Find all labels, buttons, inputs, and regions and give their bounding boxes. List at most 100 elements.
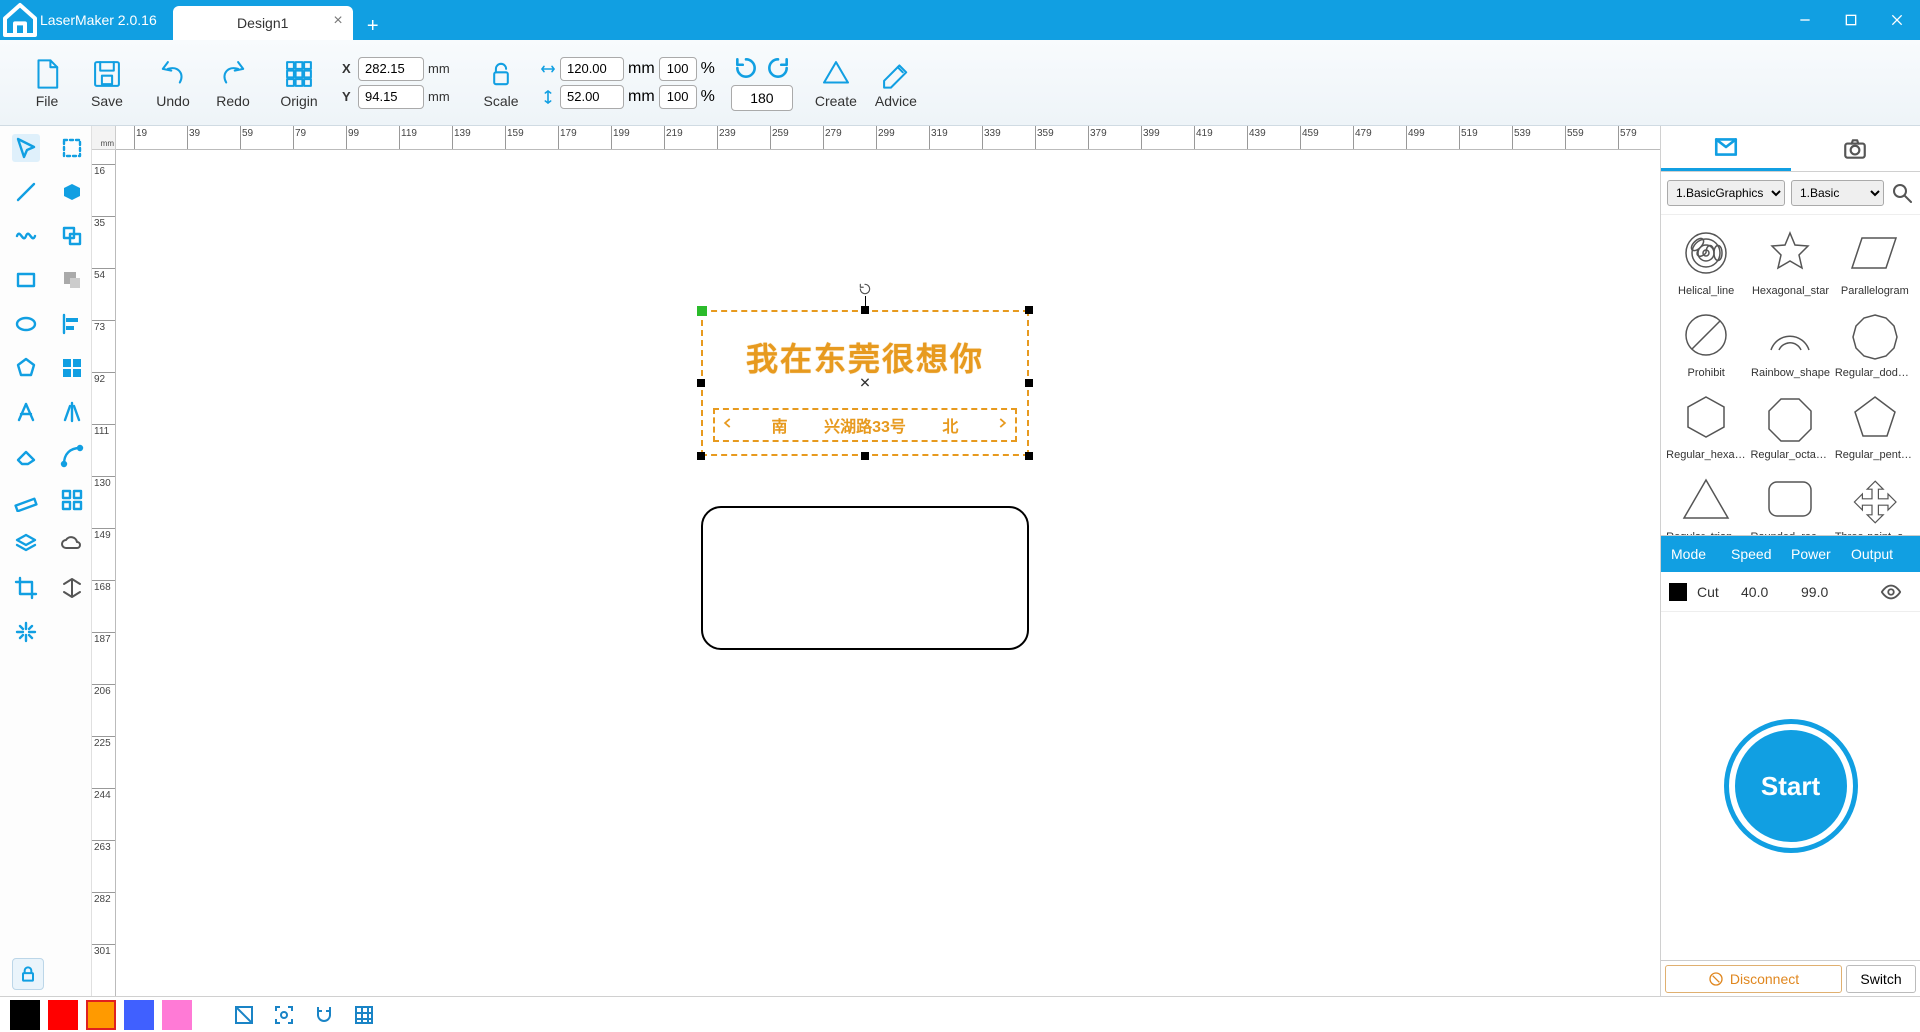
rotate-ccw-icon[interactable] bbox=[733, 55, 759, 81]
handle-ml[interactable] bbox=[697, 379, 705, 387]
footer-magnet-tool[interactable] bbox=[308, 999, 340, 1031]
line-tool[interactable] bbox=[12, 178, 40, 206]
ruler-tool[interactable] bbox=[12, 486, 40, 514]
layer-color-swatch[interactable] bbox=[1669, 583, 1687, 601]
poly-sub-tool[interactable] bbox=[58, 266, 86, 294]
advice-button[interactable]: Advice bbox=[873, 57, 919, 109]
cloud-tool[interactable] bbox=[58, 530, 86, 558]
switch-button[interactable]: Switch bbox=[1846, 965, 1916, 993]
library-selectors: 1.BasicGraphics 1.Basic bbox=[1661, 172, 1920, 215]
tab-add-button[interactable]: + bbox=[359, 12, 387, 40]
copy-shape-tool[interactable] bbox=[58, 222, 86, 250]
disconnect-button[interactable]: Disconnect bbox=[1665, 965, 1842, 993]
align-left-tool[interactable] bbox=[58, 310, 86, 338]
layers-tool[interactable] bbox=[12, 530, 40, 558]
shape-parallelogram[interactable]: Parallelogram bbox=[1834, 221, 1916, 301]
height-pct-input[interactable] bbox=[659, 85, 697, 109]
text-tool[interactable] bbox=[12, 398, 40, 426]
grid-shape-tool[interactable] bbox=[58, 354, 86, 382]
layer-row-1[interactable]: Cut 40.0 99.0 bbox=[1661, 572, 1920, 612]
ellipse-tool[interactable] bbox=[12, 310, 40, 338]
library-subcat-select[interactable]: 1.Basic bbox=[1791, 180, 1884, 206]
start-button[interactable]: Start bbox=[1729, 724, 1853, 848]
color-swatch-0[interactable] bbox=[10, 1000, 40, 1030]
shape-regular_triangle[interactable]: Regular_triangle bbox=[1665, 467, 1747, 535]
curve-edit-tool[interactable] bbox=[58, 442, 86, 470]
library-category-select[interactable]: 1.BasicGraphics bbox=[1667, 180, 1785, 206]
tab-design1[interactable]: Design1 × bbox=[173, 6, 353, 40]
stage[interactable]: ✕ 我在东莞很想你 南 兴湖路33号 北 bbox=[116, 150, 1660, 996]
rect-tool[interactable] bbox=[12, 266, 40, 294]
shape-regular_octagon[interactable]: Regular_octagon bbox=[1749, 385, 1831, 465]
undo-button[interactable]: Undo bbox=[150, 57, 196, 109]
origin-label: Origin bbox=[280, 93, 317, 109]
width-input[interactable] bbox=[560, 57, 624, 81]
window-controls bbox=[1782, 0, 1920, 40]
home-button[interactable] bbox=[0, 0, 40, 40]
shape-regular_pentagon[interactable]: Regular_pentagon bbox=[1834, 385, 1916, 465]
canvas-lock-toggle[interactable] bbox=[12, 958, 44, 990]
eraser-tool[interactable] bbox=[12, 442, 40, 470]
crop-tool[interactable] bbox=[12, 574, 40, 602]
origin-button[interactable]: Origin bbox=[276, 57, 322, 109]
footer-focus-tool[interactable] bbox=[268, 999, 300, 1031]
library-search-icon[interactable] bbox=[1890, 181, 1914, 205]
handle-tr[interactable] bbox=[1025, 306, 1033, 314]
maximize-button[interactable] bbox=[1828, 0, 1874, 40]
handle-br[interactable] bbox=[1025, 452, 1033, 460]
footer-crop-tool[interactable] bbox=[228, 999, 260, 1031]
camera-tab[interactable] bbox=[1791, 126, 1920, 171]
footer-grid-tool[interactable] bbox=[348, 999, 380, 1031]
handle-bl[interactable] bbox=[697, 452, 705, 460]
minimize-button[interactable] bbox=[1782, 0, 1828, 40]
3d-tool[interactable] bbox=[58, 574, 86, 602]
layer-visibility-toggle[interactable] bbox=[1861, 581, 1920, 603]
shape-three-point_arrow[interactable]: Three-point_arrow bbox=[1834, 467, 1916, 535]
rotation-input[interactable] bbox=[731, 85, 793, 111]
fill-shape-tool[interactable] bbox=[58, 178, 86, 206]
shape-prohibit[interactable]: Prohibit bbox=[1665, 303, 1747, 383]
height-input[interactable] bbox=[560, 85, 624, 109]
wave-tool[interactable] bbox=[12, 222, 40, 250]
handle-tm[interactable] bbox=[861, 306, 869, 314]
selected-object[interactable]: ✕ 我在东莞很想你 南 兴湖路33号 北 bbox=[701, 310, 1029, 456]
select-tool[interactable] bbox=[12, 134, 40, 162]
h-pct-sym: % bbox=[701, 88, 715, 106]
handle-mr[interactable] bbox=[1025, 379, 1033, 387]
coord-group: X mm Y mm bbox=[332, 57, 468, 109]
marquee-tool[interactable] bbox=[58, 134, 86, 162]
file-button[interactable]: File bbox=[24, 57, 70, 109]
x-input[interactable] bbox=[358, 57, 424, 81]
scale-button[interactable]: Scale bbox=[478, 57, 524, 109]
color-swatch-3[interactable] bbox=[124, 1000, 154, 1030]
laser-tool[interactable] bbox=[12, 618, 40, 646]
shape-rainbow_shape[interactable]: Rainbow_shape bbox=[1749, 303, 1831, 383]
shape-regular_dodecagon[interactable]: Regular_dodecagon bbox=[1834, 303, 1916, 383]
color-swatch-2[interactable] bbox=[86, 1000, 116, 1030]
library-tab[interactable] bbox=[1661, 126, 1791, 171]
shape-hexagonal_star[interactable]: Hexagonal_star bbox=[1749, 221, 1831, 301]
color-swatch-1[interactable] bbox=[48, 1000, 78, 1030]
redo-button[interactable]: Redo bbox=[210, 57, 256, 109]
rotation-group bbox=[721, 55, 803, 111]
origin-handle[interactable] bbox=[697, 306, 707, 316]
mirror-tool[interactable] bbox=[58, 398, 86, 426]
canvas[interactable]: mm 1939597999119139159179199219239259279… bbox=[92, 126, 1660, 996]
tab-close-icon[interactable]: × bbox=[333, 12, 342, 30]
color-swatch-4[interactable] bbox=[162, 1000, 192, 1030]
rotation-handle[interactable] bbox=[858, 282, 872, 301]
rounded-rect-object[interactable] bbox=[701, 506, 1029, 650]
save-button[interactable]: Save bbox=[84, 57, 130, 109]
rotate-cw-icon[interactable] bbox=[765, 55, 791, 81]
shape-helical_line[interactable]: Helical_line bbox=[1665, 221, 1747, 301]
create-button[interactable]: Create bbox=[813, 57, 859, 109]
right-panel-tabs bbox=[1661, 126, 1920, 172]
y-input[interactable] bbox=[358, 85, 424, 109]
width-pct-input[interactable] bbox=[659, 57, 697, 81]
shape-regular_hexagon[interactable]: Regular_hexagon bbox=[1665, 385, 1747, 465]
handle-bm[interactable] bbox=[861, 452, 869, 460]
shape-rounded_rectangle[interactable]: Rounded_rectangle bbox=[1749, 467, 1831, 535]
close-button[interactable] bbox=[1874, 0, 1920, 40]
array-tool[interactable] bbox=[58, 486, 86, 514]
polygon-tool[interactable] bbox=[12, 354, 40, 382]
